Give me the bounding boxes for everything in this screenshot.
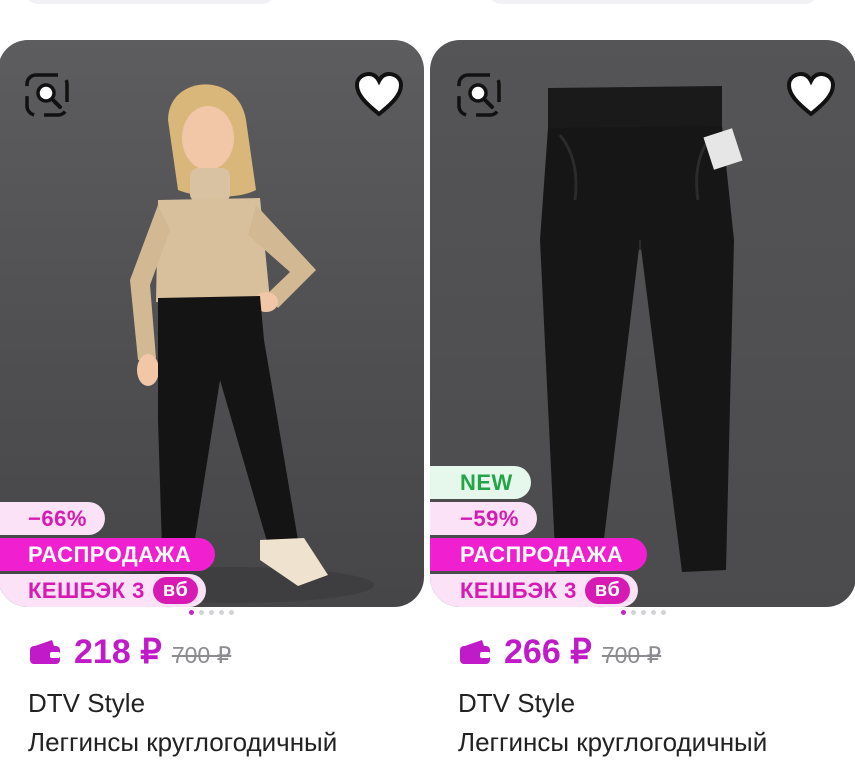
current-price: 218 ₽	[74, 633, 162, 671]
carousel-dots	[0, 610, 424, 615]
brand-name: DTV Style	[458, 688, 576, 718]
carousel-dot	[228, 610, 234, 615]
cashback-label: КЕШБЭК 3	[28, 578, 145, 603]
top-pill-right	[488, 0, 818, 4]
carousel-dot	[208, 610, 214, 615]
old-price: 700 ₽	[601, 642, 662, 668]
product-photo[interactable]: NEW −59% РАСПРОДАЖА КЕШБЭК 3 вб	[430, 40, 855, 607]
brand-name: DTV Style	[28, 688, 146, 718]
carousel-dots	[430, 610, 855, 615]
badge-stack: NEW −59% РАСПРОДАЖА КЕШБЭК 3 вб	[430, 463, 648, 607]
discount-badge: −59%	[430, 502, 537, 535]
price-row: 218 ₽ 700 ₽	[28, 632, 231, 672]
wallet-icon	[460, 640, 490, 664]
top-pill-left	[25, 0, 275, 4]
visual-search-icon[interactable]	[20, 68, 74, 122]
product-photo[interactable]: −66% РАСПРОДАЖА КЕШБЭК 3 вб	[0, 40, 424, 607]
vb-points-badge: вб	[152, 577, 199, 604]
carousel-dot	[620, 610, 626, 615]
badge-stack: −66% РАСПРОДАЖА КЕШБЭК 3 вб	[0, 499, 216, 607]
heart-icon[interactable]	[784, 68, 838, 122]
visual-search-icon[interactable]	[452, 68, 506, 122]
product-title[interactable]: Леггинсы круглогодичный	[458, 727, 767, 758]
product-card[interactable]: NEW −59% РАСПРОДАЖА КЕШБЭК 3 вб 266 ₽ 70…	[430, 40, 855, 757]
carousel-dot	[660, 610, 666, 615]
sale-badge: РАСПРОДАЖА	[0, 538, 216, 571]
price-row: 266 ₽ 700 ₽	[458, 632, 661, 672]
sale-badge: РАСПРОДАЖА	[430, 538, 648, 571]
carousel-dot	[650, 610, 656, 615]
carousel-dot	[630, 610, 636, 615]
new-badge: NEW	[430, 466, 531, 499]
cashback-badge: КЕШБЭК 3 вб	[0, 574, 207, 607]
cashback-badge: КЕШБЭК 3 вб	[430, 574, 639, 607]
carousel-dot	[188, 610, 194, 615]
product-title[interactable]: Леггинсы круглогодичный	[28, 727, 337, 758]
carousel-dot	[640, 610, 646, 615]
product-card[interactable]: −66% РАСПРОДАЖА КЕШБЭК 3 вб 218 ₽ 700 ₽ …	[0, 40, 424, 757]
heart-icon[interactable]	[352, 68, 406, 122]
carousel-dot	[218, 610, 224, 615]
cashback-label: КЕШБЭК 3	[460, 578, 577, 603]
carousel-dot	[198, 610, 204, 615]
wallet-icon	[30, 640, 60, 664]
old-price: 700 ₽	[171, 642, 232, 668]
discount-badge: −66%	[0, 502, 105, 535]
current-price: 266 ₽	[504, 633, 592, 671]
vb-points-badge: вб	[584, 577, 631, 604]
